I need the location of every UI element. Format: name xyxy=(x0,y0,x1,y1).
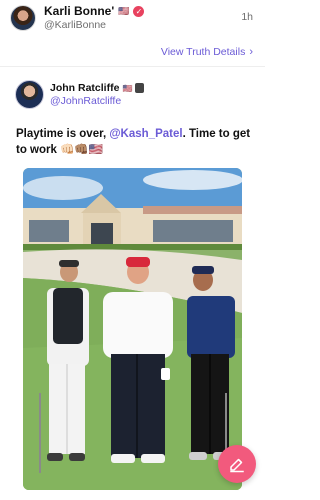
post-text-before: Playtime is over, xyxy=(16,128,110,140)
flag-icon: 🇺🇸 xyxy=(118,5,130,16)
timestamp: 1h xyxy=(241,11,253,23)
author-handle[interactable]: @KarliBonne xyxy=(44,19,106,31)
flag-icon: 🇺🇸 xyxy=(122,83,133,93)
quoted-author-handle[interactable]: @JohnRatcliffe xyxy=(50,95,121,107)
divider xyxy=(0,66,265,67)
view-details-label: View Truth Details xyxy=(160,46,246,58)
author-line: Karli Bonne' 🇺🇸 ✓ xyxy=(44,4,145,18)
post-header: Karli Bonne' 🇺🇸 ✓ @KarliBonne 1h xyxy=(0,0,265,40)
mention-link[interactable]: @Kash_Patel xyxy=(109,128,182,140)
avatar[interactable] xyxy=(10,5,36,31)
compose-button[interactable] xyxy=(218,445,256,483)
quoted-author-name[interactable]: John Ratcliffe xyxy=(50,82,119,94)
chevron-right-icon: › xyxy=(249,46,253,58)
compose-pen-icon xyxy=(230,458,244,473)
government-badge-icon xyxy=(135,83,145,93)
verified-badge-icon: ✓ xyxy=(133,5,145,17)
post-text: Playtime is over, @Kash_Patel. Time to g… xyxy=(16,126,256,158)
post-photo[interactable] xyxy=(23,168,242,490)
view-truth-details-link[interactable]: View Truth Details › xyxy=(161,46,253,58)
quoted-author-line: John Ratcliffe 🇺🇸 xyxy=(50,82,145,94)
author-name[interactable]: Karli Bonne' xyxy=(44,4,114,18)
quoted-avatar[interactable] xyxy=(15,80,44,109)
